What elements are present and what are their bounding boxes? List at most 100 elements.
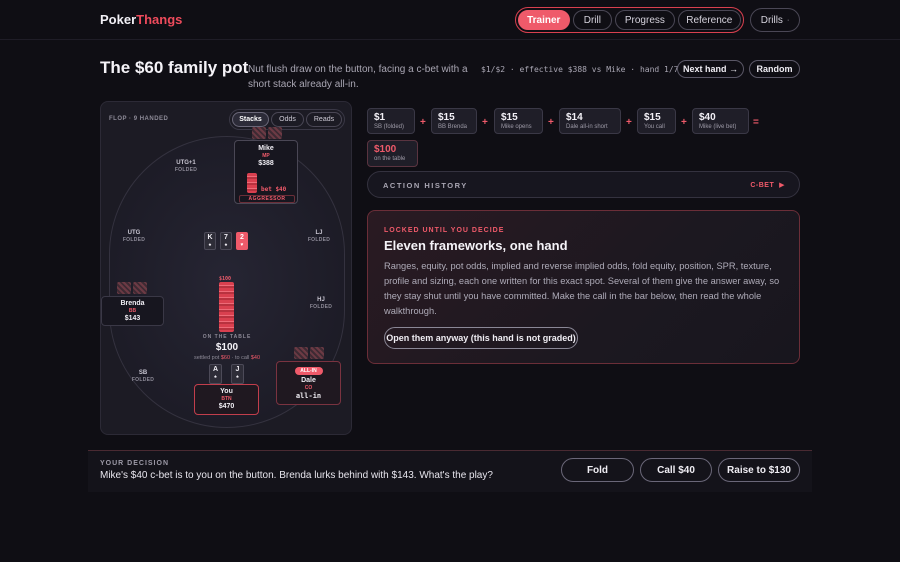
seat-status: FOLDED: [122, 237, 146, 243]
spade-icon: ♠: [224, 242, 228, 248]
pot-contribution: $15 You call: [637, 108, 676, 134]
contribution-label: BB Brenda: [438, 124, 468, 130]
dale-hole-card-back: [294, 347, 308, 359]
card-rank: A: [212, 366, 219, 373]
app-logo[interactable]: PokerThangs: [100, 12, 182, 27]
seat-lj[interactable]: LJ FOLDED: [304, 230, 334, 244]
mike-bet-amount: bet $40: [261, 186, 287, 193]
nav-drill[interactable]: Drill: [572, 10, 613, 30]
tab-reads[interactable]: Reads: [306, 112, 342, 127]
contribution-value: $15: [501, 112, 518, 123]
plus-sign: +: [548, 117, 554, 128]
contribution-value: $1: [374, 112, 386, 123]
street-label: FLOP · 9 HANDED: [109, 116, 169, 122]
settled-pot-label: settled pot: [193, 355, 220, 361]
card-rank: 2: [240, 234, 244, 241]
mike-hole-card-back: [268, 127, 282, 139]
pot-caption: ON THE TABLE: [202, 334, 252, 340]
seat-utg[interactable]: UTG FOLDED: [119, 230, 149, 244]
spade-icon: ♠: [214, 374, 217, 380]
nav-reference[interactable]: Reference: [677, 10, 741, 30]
contribution-label: SB (folded): [374, 124, 405, 130]
mike-name: Mike: [258, 145, 274, 152]
hand-meta: $1/$2 · effective $388 vs Mike · hand 1/…: [481, 65, 679, 74]
call-button[interactable]: Call $40: [640, 458, 712, 482]
seat-name: UTG+1: [176, 160, 196, 166]
heart-icon: ♥: [240, 242, 244, 248]
table-view-tabs: Stacks Odds Reads: [229, 109, 345, 130]
pot-contribution: $1 SB (folded): [367, 108, 415, 134]
to-call-label: · to call: [231, 355, 250, 361]
brenda-hole-card-back: [133, 282, 147, 294]
seat-name: SB: [138, 370, 148, 376]
mike-bet-chips: [247, 173, 257, 193]
mike-stack: $388: [258, 160, 274, 167]
pot-total-label: on the table: [374, 156, 406, 162]
seat-you[interactable]: You BTN $470: [194, 384, 259, 415]
hero-card: A ♠: [209, 364, 222, 384]
to-call-value: $40: [250, 355, 261, 361]
dale-name: Dale: [301, 377, 316, 384]
mike-hole-card-back: [252, 127, 266, 139]
board-card: K ♠: [204, 232, 216, 250]
pot-contribution: $15 Mike opens: [494, 108, 543, 134]
fold-button[interactable]: Fold: [561, 458, 634, 482]
logo-text: Poker: [100, 12, 137, 27]
next-hand-button[interactable]: Next hand →: [677, 60, 744, 78]
page-title: The $60 family pot: [100, 58, 249, 77]
current-action-text: C-BET: [750, 182, 775, 189]
seat-status: FOLDED: [131, 377, 155, 383]
main-nav: Trainer Drill Progress Reference: [515, 7, 744, 33]
pot-contribution: $40 Mike (live bet): [692, 108, 749, 134]
seat-dale[interactable]: ALL-IN Dale CO all-in: [276, 361, 341, 405]
hero-name: You: [220, 388, 233, 395]
open-anyway-button[interactable]: Open them anyway (this hand is not grade…: [384, 327, 578, 349]
hero-position: BTN: [221, 396, 232, 402]
random-hand-button[interactable]: Random: [749, 60, 800, 78]
contribution-label: Mike opens: [501, 124, 532, 130]
plus-sign: +: [626, 117, 632, 128]
seat-status: FOLDED: [307, 237, 331, 243]
seat-name: LJ: [315, 230, 323, 236]
decision-kicker: YOUR DECISION: [100, 460, 170, 467]
contribution-label: You call: [644, 124, 665, 130]
board-card: 2 ♥: [236, 232, 248, 250]
brenda-stack: $143: [124, 315, 141, 322]
brenda-hole-card-back: [117, 282, 131, 294]
aggressor-tag: AGGRESSOR: [239, 195, 295, 203]
action-history-toggle[interactable]: ACTION HISTORY C-BET ▶: [367, 171, 800, 198]
card-rank: J: [235, 366, 240, 373]
seat-utg1[interactable]: UTG+1 FOLDED: [171, 160, 201, 174]
plus-sign: +: [681, 117, 687, 128]
tab-odds[interactable]: Odds: [271, 112, 304, 127]
logo-accent-text: Thangs: [136, 12, 183, 27]
mike-position: MP: [262, 153, 270, 159]
board-card: 7 ♠: [220, 232, 232, 250]
pot-contribution: $14 Dale all-in short: [559, 108, 621, 134]
page-subtitle: Nut flush draw on the button, facing a c…: [248, 64, 468, 90]
seat-name: HJ: [317, 297, 325, 303]
nav-progress[interactable]: Progress: [615, 10, 675, 30]
seat-status: FOLDED: [309, 304, 333, 310]
drills-label: Drills: [760, 14, 783, 26]
drills-menu-button[interactable]: Drills ·: [750, 8, 800, 32]
seat-status: FOLDED: [174, 167, 198, 173]
pot-total-box: $100 on the table: [367, 140, 418, 167]
card-rank: K: [207, 234, 213, 241]
seat-sb[interactable]: SB FOLDED: [128, 370, 158, 384]
all-in-badge: ALL-IN: [294, 367, 323, 375]
dale-stack: all-in: [295, 392, 322, 400]
seat-hj[interactable]: HJ FOLDED: [306, 297, 336, 311]
nav-trainer[interactable]: Trainer: [518, 10, 570, 30]
seat-brenda[interactable]: Brenda BB $143: [101, 296, 164, 326]
top-nav-bar: PokerThangs Trainer Drill Progress Refer…: [0, 0, 900, 40]
tab-stacks[interactable]: Stacks: [232, 112, 269, 127]
action-history-label: ACTION HISTORY: [383, 181, 468, 190]
plus-sign: +: [420, 117, 426, 128]
pot-contribution: $15 BB Brenda: [431, 108, 477, 134]
contribution-label: Dale all-in short: [566, 124, 608, 130]
contribution-value: $15: [644, 112, 661, 123]
play-arrow-icon: ▶: [779, 182, 785, 189]
equals-sign: =: [753, 117, 759, 128]
raise-button[interactable]: Raise to $130: [718, 458, 800, 482]
